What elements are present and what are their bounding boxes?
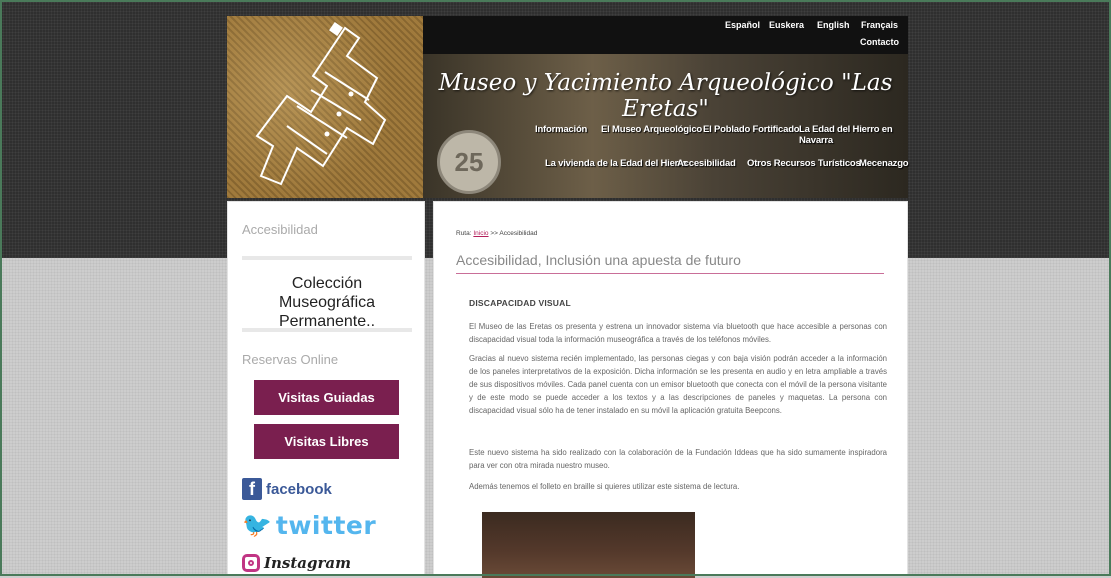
- header-banner: Español Euskera English Français Contact…: [423, 16, 909, 198]
- nav-otros-recursos[interactable]: Otros Recursos Turísticos: [747, 158, 861, 169]
- twitter-label: twitter: [275, 511, 377, 540]
- sidebar-divider: [242, 256, 412, 260]
- paragraph: El Museo de las Eretas os presenta y est…: [469, 322, 887, 344]
- nav-vivienda-edad-hierro[interactable]: La vivienda de la Edad del Hierro: [545, 158, 687, 169]
- site-header: Español Euskera English Français Contact…: [227, 16, 909, 198]
- lang-francais-link[interactable]: Français: [861, 20, 898, 30]
- guided-visits-button[interactable]: Visitas Guiadas: [254, 380, 399, 415]
- nav-edad-hierro-navarra[interactable]: La Edad del Hierro en Navarra: [799, 124, 908, 146]
- facebook-link[interactable]: f facebook: [242, 478, 332, 500]
- sidebar-heading-accesibilidad: Accesibilidad: [242, 222, 318, 237]
- main-content: Ruta: Inicio >> Accesibilidad Accesibili…: [433, 201, 908, 578]
- paragraph: Además tenemos el folleto en braille si …: [469, 482, 740, 491]
- site-title: Museo y Yacimiento Arqueológico "Las Ere…: [438, 70, 893, 122]
- lang-english-link[interactable]: English: [817, 20, 850, 30]
- nav-mecenazgo[interactable]: Mecenazgo: [859, 158, 909, 169]
- breadcrumb: Ruta: Inicio >> Accesibilidad: [456, 230, 537, 237]
- contact-link[interactable]: Contacto: [860, 37, 899, 47]
- lang-euskera-link[interactable]: Euskera: [769, 20, 804, 30]
- nav-accesibilidad[interactable]: Accesibilidad: [677, 158, 736, 169]
- breadcrumb-prefix: Ruta:: [456, 230, 472, 237]
- anniversary-seal-icon: 25: [437, 130, 501, 194]
- site-logo[interactable]: [227, 16, 423, 198]
- site-plan-logo-icon: [255, 22, 387, 186]
- breadcrumb-current: >> Accesibilidad: [490, 230, 538, 237]
- instagram-label: Instagram: [264, 554, 351, 572]
- paragraph: Este nuevo sistema ha sido realizado con…: [469, 448, 887, 470]
- nav-museo-arqueologico[interactable]: El Museo Arqueológico: [601, 124, 702, 135]
- sidebar-heading-reservas: Reservas Online: [242, 352, 339, 367]
- sidebar: Accesibilidad Colección Museográfica Per…: [227, 201, 425, 576]
- collection-link[interactable]: Colección Museográfica Permanente..: [242, 274, 412, 331]
- nav-informacion[interactable]: Información: [535, 124, 587, 135]
- twitter-bird-icon: 🐦: [242, 512, 272, 539]
- free-visits-button[interactable]: Visitas Libres: [254, 424, 399, 459]
- section-heading: DISCAPACIDAD VISUAL: [469, 298, 571, 308]
- twitter-link[interactable]: 🐦 twitter: [242, 511, 376, 540]
- title-divider: [456, 273, 884, 274]
- instagram-link[interactable]: Instagram: [242, 554, 351, 572]
- breadcrumb-home-link[interactable]: Inicio: [473, 230, 488, 237]
- instagram-icon: [242, 554, 260, 572]
- facebook-label: facebook: [266, 480, 332, 498]
- content-photo: [482, 512, 695, 578]
- lang-espanol-link[interactable]: Español: [725, 20, 760, 30]
- facebook-icon: f: [242, 478, 262, 500]
- nav-poblado-fortificado[interactable]: El Poblado Fortificado: [703, 124, 800, 135]
- paragraph: Gracias al nuevo sistema recién implemen…: [469, 354, 887, 415]
- sidebar-divider: [242, 328, 412, 332]
- page-title: Accesibilidad, Inclusión una apuesta de …: [456, 252, 741, 268]
